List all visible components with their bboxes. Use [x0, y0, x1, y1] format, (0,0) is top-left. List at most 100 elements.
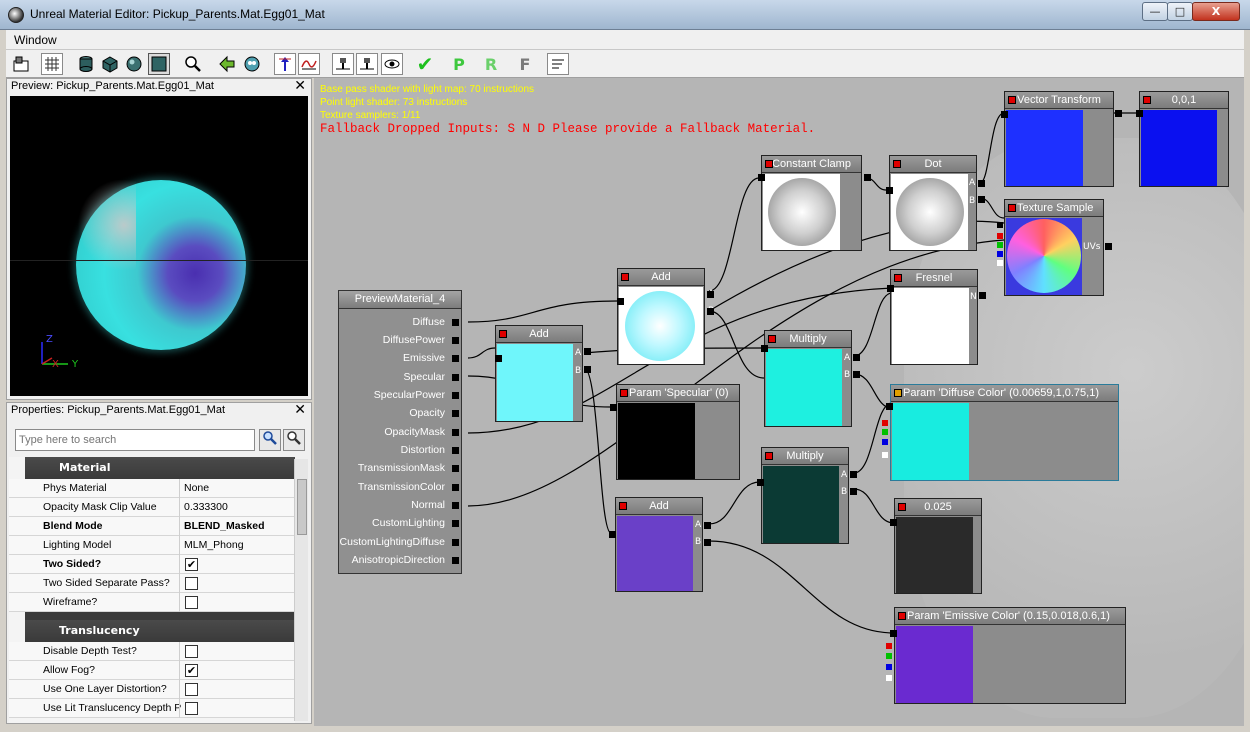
property-row[interactable]: Use Lit Translucency Depth P	[9, 699, 295, 718]
input-pin-a[interactable]	[850, 471, 857, 478]
input-pin-a[interactable]	[584, 348, 591, 355]
add-node[interactable]: Add A B	[615, 497, 703, 592]
home-icon[interactable]	[10, 53, 32, 75]
property-value[interactable]: BLEND_Masked	[184, 520, 265, 532]
search-options-icon[interactable]	[283, 429, 305, 451]
pin-up-icon[interactable]	[274, 53, 296, 75]
property-row[interactable]: Wireframe?	[9, 593, 295, 612]
properties-scrollbar[interactable]	[294, 459, 308, 721]
input-pin[interactable]	[452, 502, 459, 509]
input-pin[interactable]	[452, 410, 459, 417]
cube-icon[interactable]	[99, 53, 121, 75]
f-icon[interactable]: F	[514, 53, 536, 75]
input-pin[interactable]	[452, 484, 459, 491]
param-emissive-color-node[interactable]: Param 'Emissive Color' (0.15,0.018,0.6,1…	[894, 607, 1126, 704]
properties-close-button[interactable]: ✕	[294, 402, 306, 418]
input-pin-b[interactable]	[707, 308, 714, 315]
curve-icon[interactable]	[298, 53, 320, 75]
input-pin-b[interactable]	[704, 539, 711, 546]
add-node[interactable]: Add A B	[495, 325, 583, 422]
output-pin-alpha[interactable]	[886, 675, 892, 681]
properties-search-input[interactable]	[15, 429, 255, 451]
property-value[interactable]: None	[184, 482, 209, 494]
r-icon[interactable]: R	[480, 53, 502, 75]
output-pin[interactable]	[617, 298, 624, 305]
output-pin-green[interactable]	[886, 653, 892, 659]
output-pin-red[interactable]	[882, 420, 888, 426]
property-row[interactable]: Phys Material None	[9, 479, 295, 498]
globe-icon[interactable]	[241, 53, 263, 75]
output-pin-green[interactable]	[997, 242, 1003, 248]
property-row[interactable]: Lighting Model MLM_Phong	[9, 536, 295, 555]
input-pin[interactable]	[452, 337, 459, 344]
material-output-node[interactable]: PreviewMaterial_4 Diffuse DiffusePower E…	[338, 290, 462, 574]
texture-sample-node[interactable]: Texture Sample UVs	[1004, 199, 1104, 296]
output-pin-green[interactable]	[882, 429, 888, 435]
preview-viewport[interactable]: Z Y X	[10, 96, 308, 396]
checkbox[interactable]	[185, 645, 198, 658]
checkbox-checked[interactable]: ✔	[185, 664, 198, 677]
input-pin[interactable]	[452, 520, 459, 527]
property-row[interactable]: Allow Fog? ✔	[9, 661, 295, 680]
input-pin-a[interactable]	[704, 522, 711, 529]
add-node[interactable]: Add A B	[617, 268, 714, 365]
search-icon[interactable]	[182, 53, 204, 75]
constant-vector-node[interactable]: 0,0,1	[1139, 91, 1229, 187]
grid-icon[interactable]	[41, 53, 63, 75]
constant-0025-node[interactable]: 0.025	[894, 498, 982, 594]
output-pin-blue[interactable]	[886, 664, 892, 670]
input-pin[interactable]	[452, 355, 459, 362]
property-row[interactable]: Use One Layer Distortion?	[9, 680, 295, 699]
input-pin[interactable]	[452, 392, 459, 399]
output-pin-alpha[interactable]	[997, 260, 1003, 266]
input-pin[interactable]	[1105, 243, 1112, 250]
eye-icon[interactable]	[381, 53, 403, 75]
sphere-icon[interactable]	[123, 53, 145, 75]
checkbox[interactable]	[185, 683, 198, 696]
output-pin-alpha[interactable]	[882, 452, 888, 458]
multiply-node[interactable]: Multiply A B	[764, 330, 852, 427]
menu-window[interactable]: Window	[14, 33, 57, 47]
property-row[interactable]: Opacity Mask Clip Value 0.333300	[9, 498, 295, 517]
multiply-node[interactable]: Multiply A B	[761, 447, 849, 544]
checkbox-checked[interactable]: ✔	[185, 558, 198, 571]
input-pin-a[interactable]	[853, 354, 860, 361]
input-pin[interactable]	[452, 447, 459, 454]
output-pin[interactable]	[1001, 111, 1008, 118]
input-pin[interactable]	[452, 374, 459, 381]
output-pin[interactable]	[886, 403, 893, 410]
vector-transform-node[interactable]: Vector Transform	[1004, 91, 1114, 187]
output-pin[interactable]	[864, 174, 871, 181]
dot-node[interactable]: Dot A B	[889, 155, 977, 251]
param-specular-node[interactable]: Param 'Specular' (0)	[616, 384, 740, 480]
output-pin[interactable]	[757, 479, 764, 486]
output-pin[interactable]	[609, 531, 616, 538]
property-row[interactable]: Two Sided Separate Pass?	[9, 574, 295, 593]
input-pin[interactable]	[452, 465, 459, 472]
apply-icon[interactable]: ✔	[414, 52, 436, 76]
category-translucency[interactable]: Translucency	[25, 620, 295, 642]
search-icon[interactable]	[259, 429, 281, 451]
input-pin-b[interactable]	[584, 366, 591, 373]
input-pin-a[interactable]	[707, 291, 714, 298]
notes-icon[interactable]	[547, 53, 569, 75]
p-icon[interactable]: P	[448, 53, 470, 75]
checkbox[interactable]	[185, 596, 198, 609]
constant-clamp-node[interactable]: Constant Clamp	[761, 155, 862, 251]
output-pin[interactable]	[495, 355, 502, 362]
input-pin[interactable]	[452, 557, 459, 564]
input-pin-b[interactable]	[853, 371, 860, 378]
output-pin-blue[interactable]	[997, 251, 1003, 257]
input-pin[interactable]	[452, 429, 459, 436]
property-row[interactable]: Disable Depth Test?	[9, 642, 295, 661]
pin-right-icon[interactable]	[356, 53, 378, 75]
plane-icon[interactable]	[148, 53, 170, 75]
output-pin[interactable]	[890, 519, 897, 526]
input-pin-b[interactable]	[978, 196, 985, 203]
input-pin-a[interactable]	[978, 180, 985, 187]
input-pin[interactable]	[452, 539, 459, 546]
input-pin-n[interactable]	[979, 292, 986, 299]
category-material[interactable]: Material	[25, 457, 295, 479]
output-pin-red[interactable]	[997, 233, 1003, 239]
output-pin-blue[interactable]	[882, 439, 888, 445]
